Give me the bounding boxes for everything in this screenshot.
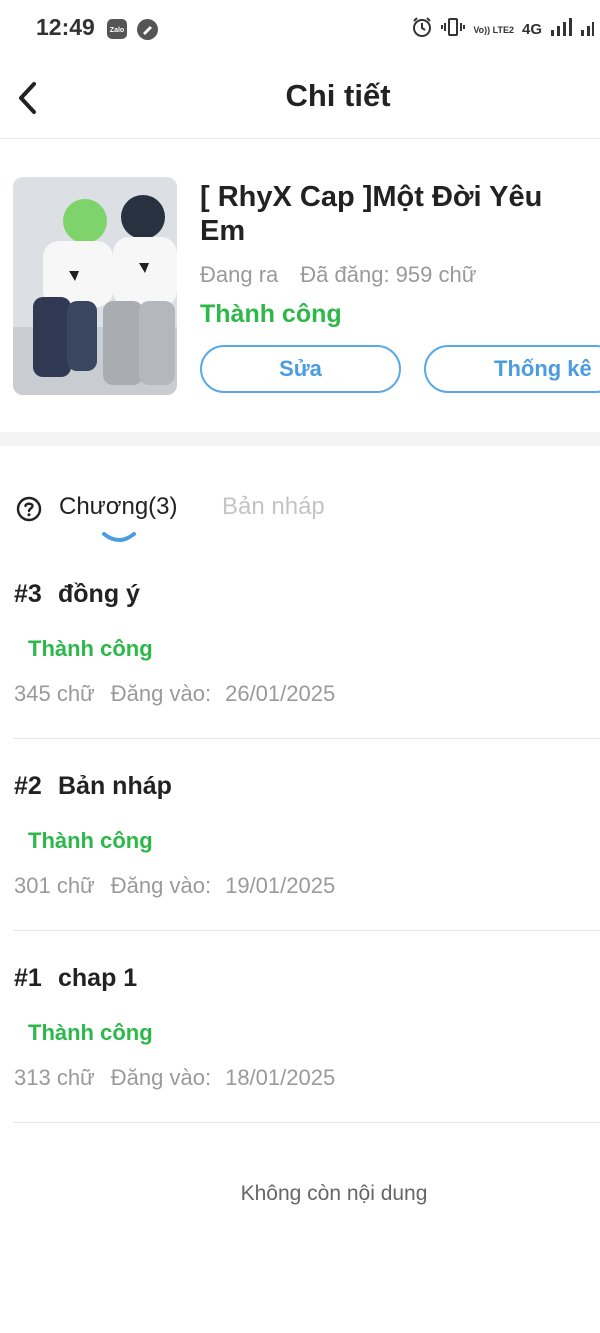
chapter-number: #3 <box>14 580 42 608</box>
story-meta: Đang ra Đã đăng: 959 chữ <box>200 262 476 288</box>
signal-icon-2 <box>580 17 594 42</box>
network-type: 4G <box>521 21 542 38</box>
status-bar: 12:49 Zalo Vo)) LTE2 4G <box>0 0 600 58</box>
chapter-item[interactable]: #1 chap 1 Thành công 313 chữ Đăng vào: 18/0… <box>14 964 600 1156</box>
chapter-name: đồng ý <box>58 580 140 608</box>
tab-drafts[interactable]: Bản nháp <box>222 493 325 521</box>
story-title: [ RhyX Cap ]Một Đời Yêu Em <box>200 181 543 247</box>
chapter-name: Bản nháp <box>58 772 172 800</box>
chapter-title: #3 đồng ý <box>14 580 140 609</box>
section-divider <box>0 432 600 446</box>
chapter-word-count: 313 chữ <box>14 1065 95 1090</box>
chapter-title: #2 Bản nháp <box>14 772 172 801</box>
edit-button[interactable]: Sửa <box>200 345 401 393</box>
chapter-word-count: 301 chữ <box>14 873 95 898</box>
svg-text:Zalo: Zalo <box>110 27 124 34</box>
chapter-word-count: 345 chữ <box>14 681 95 706</box>
story-status-label: Đang ra <box>200 262 279 287</box>
story-cover-image[interactable] <box>13 177 177 395</box>
chapter-status: Thành công <box>28 828 153 853</box>
chapter-name: chap 1 <box>58 964 138 992</box>
row-divider <box>14 930 600 931</box>
chapter-number: #1 <box>14 964 42 992</box>
chapter-meta: 313 chữ Đăng vào: 18/01/2025 <box>14 1065 335 1091</box>
header: Chi tiết <box>0 58 600 139</box>
chapter-date: 26/01/2025 <box>225 681 336 706</box>
alarm-icon <box>411 16 433 43</box>
chapter-item[interactable]: #3 đồng ý Thành công 345 chữ Đăng vào: 26/0… <box>14 580 600 772</box>
volte-indicator: Vo)) LTE2 <box>473 24 514 35</box>
message-icon <box>136 18 159 46</box>
chapter-meta: 345 chữ Đăng vào: 26/01/2025 <box>14 681 335 707</box>
story-word-count: Đã đăng: 959 chữ <box>300 262 477 287</box>
help-icon[interactable] <box>16 496 42 527</box>
chapter-title: #1 chap 1 <box>14 964 137 993</box>
vibrate-icon <box>441 17 466 42</box>
chapter-date: 18/01/2025 <box>225 1065 336 1090</box>
chapter-status: Thành công <box>28 636 153 661</box>
page-title: Chi tiết <box>285 78 391 113</box>
status-time: 12:49 <box>36 14 95 40</box>
row-divider <box>14 1122 600 1123</box>
chapter-number: #2 <box>14 772 42 800</box>
story-publish-status: Thành công <box>200 300 342 328</box>
tab-active-indicator <box>101 530 137 551</box>
zalo-icon: Zalo <box>106 18 128 45</box>
status-icons: Vo)) LTE2 4G <box>411 16 594 43</box>
row-divider <box>14 738 600 739</box>
chapter-posted-label: Đăng vào: <box>110 1065 212 1090</box>
chapter-status: Thành công <box>28 1020 153 1045</box>
signal-icon <box>550 17 572 42</box>
chapter-date: 19/01/2025 <box>225 873 336 898</box>
chapter-posted-label: Đăng vào: <box>110 873 212 898</box>
chapter-item[interactable]: #2 Bản nháp Thành công 301 chữ Đăng vào: 19… <box>14 772 600 964</box>
tab-chapters[interactable]: Chương(3) <box>59 493 178 521</box>
chapter-meta: 301 chữ Đăng vào: 19/01/2025 <box>14 873 335 899</box>
stats-button[interactable]: Thống kê <box>424 345 600 393</box>
end-of-list-text: Không còn nội dung <box>240 1182 428 1205</box>
chapter-posted-label: Đăng vào: <box>110 681 212 706</box>
